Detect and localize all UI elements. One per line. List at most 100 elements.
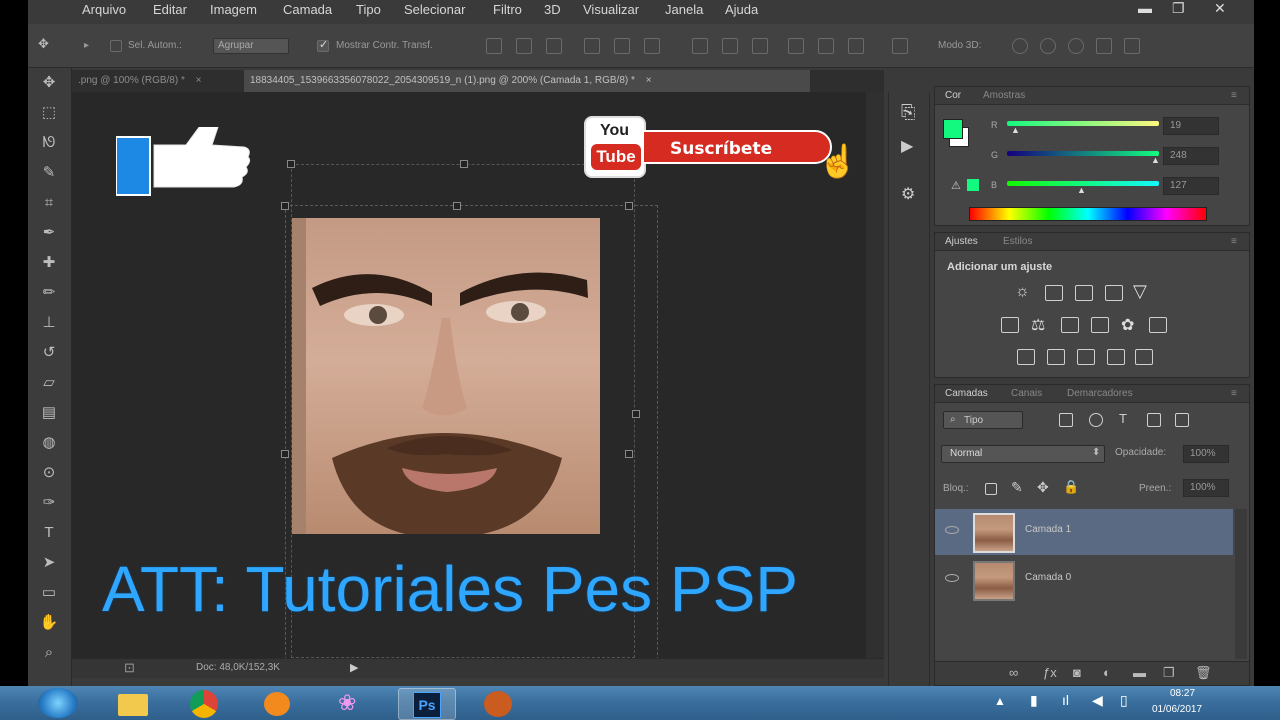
status-menu-arrow-icon[interactable]: ▶: [350, 661, 358, 674]
menu-ajuda[interactable]: Ajuda: [725, 2, 758, 17]
menu-filtro[interactable]: Filtro: [493, 2, 522, 17]
tab-canais[interactable]: Canais: [1011, 388, 1042, 399]
layer-name[interactable]: Camada 1: [1025, 524, 1071, 535]
transform-handle[interactable]: [287, 160, 295, 168]
levels-icon[interactable]: [1045, 285, 1063, 301]
volume-icon[interactable]: ◀: [1092, 692, 1103, 709]
tab-estilos[interactable]: Estilos: [1003, 236, 1032, 247]
distribute-bottom-icon[interactable]: [752, 38, 768, 54]
3d-pan-icon[interactable]: [1068, 38, 1084, 54]
show-transform-checkbox[interactable]: ✓: [317, 39, 329, 52]
clock-date[interactable]: 01/06/2017: [1152, 704, 1202, 715]
link-layers-icon[interactable]: ∞: [1009, 665, 1018, 680]
layers-scrollbar[interactable]: [1235, 509, 1247, 659]
history-brush-tool-icon[interactable]: ↺: [38, 342, 60, 364]
auto-select-dropdown[interactable]: Agrupar: [213, 38, 289, 54]
black-white-icon[interactable]: [1061, 317, 1079, 333]
trash-icon[interactable]: 🗑: [1195, 665, 1212, 681]
history-icon[interactable]: ⎘: [901, 102, 915, 123]
panel-menu-icon[interactable]: ≡: [1231, 236, 1237, 247]
layer-name[interactable]: Camada 0: [1025, 572, 1071, 583]
new-group-icon[interactable]: ▬: [1133, 665, 1146, 680]
gradient-map-icon[interactable]: [1135, 349, 1153, 365]
youtube-subscribe-badge[interactable]: You Tube Suscríbete ☝: [582, 116, 872, 190]
color-spectrum-ramp[interactable]: [969, 207, 1207, 221]
filter-shape-icon[interactable]: [1147, 413, 1161, 427]
tool-preset-arrow-icon[interactable]: ▸: [84, 40, 89, 51]
doc-tab-1[interactable]: .png @ 100% (RGB/8) * ×: [72, 70, 240, 92]
path-select-tool-icon[interactable]: ➤: [38, 552, 60, 574]
quick-select-tool-icon[interactable]: ✎: [38, 162, 60, 184]
menu-selecionar[interactable]: Selecionar: [404, 2, 465, 17]
doc-tab-2[interactable]: 18834405_1539663356078022_2054309519_n (…: [244, 70, 810, 92]
transform-handle[interactable]: [625, 202, 633, 210]
move-tool-icon[interactable]: ✥: [38, 72, 60, 94]
subscribe-button[interactable]: Suscríbete: [642, 130, 832, 164]
close-icon[interactable]: ×: [646, 75, 652, 86]
menu-tipo[interactable]: Tipo: [356, 2, 381, 17]
selective-color-icon[interactable]: [1107, 349, 1125, 365]
align-top-icon[interactable]: [486, 38, 502, 54]
move-tool-icon[interactable]: ✥: [38, 36, 49, 52]
align-bottom-icon[interactable]: [546, 38, 562, 54]
lock-transparency-icon[interactable]: [985, 483, 997, 495]
color-balance-icon[interactable]: ⚖: [1031, 315, 1045, 335]
3d-scale-icon[interactable]: [1124, 38, 1140, 54]
menu-camada[interactable]: Camada: [283, 2, 332, 17]
panel-menu-icon[interactable]: ≡: [1231, 388, 1237, 399]
eye-icon[interactable]: [945, 574, 959, 582]
filter-adjustment-icon[interactable]: [1089, 413, 1103, 427]
layer-row-camada-0[interactable]: Camada 0: [935, 557, 1233, 603]
pen-tool-icon[interactable]: ✑: [38, 492, 60, 514]
menu-arquivo[interactable]: Arquivo: [82, 2, 126, 17]
gradient-tool-icon[interactable]: ▤: [38, 402, 60, 424]
web-safe-swatch[interactable]: [967, 179, 979, 191]
blend-mode-dropdown[interactable]: Normal ⬍: [941, 445, 1105, 463]
dodge-tool-icon[interactable]: ⊙: [38, 462, 60, 484]
invert-icon[interactable]: [1017, 349, 1035, 365]
align-right-icon[interactable]: [644, 38, 660, 54]
new-adjustment-icon[interactable]: ◐: [1103, 665, 1111, 680]
channel-b-value[interactable]: 127: [1163, 177, 1219, 195]
lock-position-icon[interactable]: ✥: [1037, 479, 1049, 496]
channel-r-slider[interactable]: [1007, 121, 1159, 126]
distribute-left-icon[interactable]: [788, 38, 804, 54]
color-lookup-icon[interactable]: [1149, 317, 1167, 333]
taskbar-app-2[interactable]: [470, 688, 528, 720]
crop-tool-icon[interactable]: ⌗: [38, 192, 60, 214]
vertical-scrollbar[interactable]: [866, 92, 884, 658]
lock-all-icon[interactable]: 🔒: [1063, 479, 1079, 495]
blur-tool-icon[interactable]: ◍: [38, 432, 60, 454]
tab-demarcadores[interactable]: Demarcadores: [1067, 388, 1133, 399]
menu-janela[interactable]: Janela: [665, 2, 703, 17]
lock-pixels-icon[interactable]: ✎: [1011, 479, 1023, 496]
transform-handle[interactable]: [460, 160, 468, 168]
clock-time[interactable]: 08:27: [1170, 688, 1195, 699]
properties-icon[interactable]: ⚙: [901, 184, 915, 204]
tab-ajustes[interactable]: Ajustes: [945, 236, 978, 247]
align-hcenter-icon[interactable]: [614, 38, 630, 54]
channel-g-thumb[interactable]: ▲: [1151, 155, 1160, 165]
clone-stamp-tool-icon[interactable]: ⊥: [38, 312, 60, 334]
vibrance-icon[interactable]: ▽: [1133, 281, 1147, 302]
auto-select-checkbox[interactable]: [110, 40, 122, 52]
new-layer-icon[interactable]: ❐: [1163, 665, 1175, 681]
start-button[interactable]: [38, 688, 78, 718]
distribute-top-icon[interactable]: [692, 38, 708, 54]
menu-visualizar[interactable]: Visualizar: [583, 2, 639, 17]
photo-filter-icon[interactable]: [1091, 317, 1109, 333]
channel-b-thumb[interactable]: ▲: [1077, 185, 1086, 195]
add-mask-icon[interactable]: ◙: [1073, 665, 1081, 680]
shape-tool-icon[interactable]: ▭: [38, 582, 60, 604]
3d-slide-icon[interactable]: [1096, 38, 1112, 54]
tab-cor[interactable]: Cor: [945, 90, 961, 101]
brush-tool-icon[interactable]: ✏: [38, 282, 60, 304]
taskbar-media-player[interactable]: [248, 688, 306, 720]
taskbar-chrome[interactable]: [176, 688, 234, 720]
auto-align-icon[interactable]: [892, 38, 908, 54]
3d-orbit-icon[interactable]: [1012, 38, 1028, 54]
distribute-vcenter-icon[interactable]: [722, 38, 738, 54]
tab-amostras[interactable]: Amostras: [983, 90, 1025, 101]
taskbar-photoshop[interactable]: Ps: [398, 688, 456, 720]
taskbar-app[interactable]: ❀: [320, 688, 378, 720]
